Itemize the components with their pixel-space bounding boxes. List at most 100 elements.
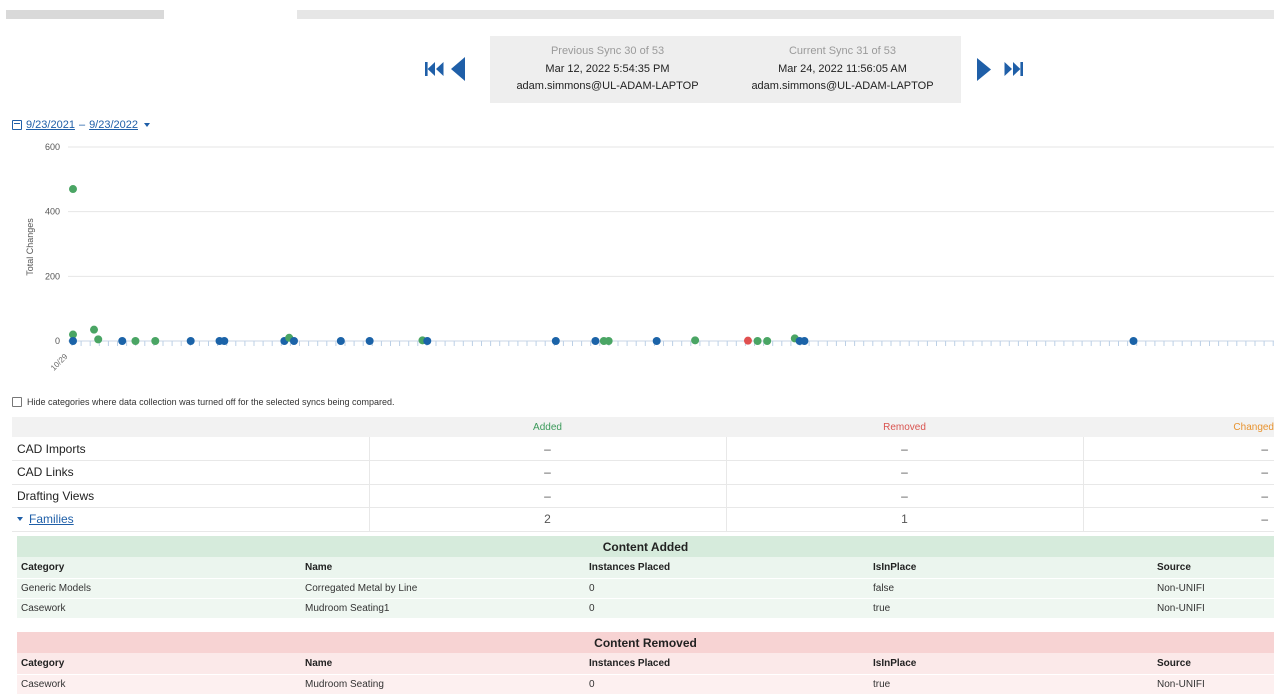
chevron-down-icon[interactable]: [17, 517, 23, 522]
chart-point: [336, 337, 345, 345]
chart-point: [90, 325, 99, 334]
chart-point: [365, 337, 374, 345]
content-added-table: Content Added Category Name Instances Pl…: [17, 536, 1274, 618]
column-header-isinplace: IsInPlace: [869, 653, 1153, 674]
current-sync-user: adam.simmons@UL-ADAM-LAPTOP: [751, 80, 934, 92]
summary-removed-value: 1: [726, 507, 1084, 532]
cell-name: Mudroom Seating: [301, 673, 585, 694]
summary-header-category: [12, 417, 369, 437]
cell-name: Mudroom Seating1: [301, 597, 585, 618]
date-range-picker[interactable]: 9/23/2021 – 9/23/2022: [12, 119, 150, 131]
chart-point: [151, 337, 160, 345]
skip-to-last-icon[interactable]: [1003, 61, 1023, 77]
cell-category: Casework: [17, 597, 301, 618]
cell-source: Non-UNIFI: [1153, 597, 1274, 618]
summary-added-value: 2: [369, 507, 727, 532]
cell-category: Casework: [17, 673, 301, 694]
content-added-title: Content Added: [17, 536, 1274, 557]
summary-row-label: CAD Links: [12, 460, 370, 485]
cell-source: Non-UNIFI: [1153, 673, 1274, 694]
chart-point: [743, 336, 752, 345]
y-tick-label: 0: [55, 336, 60, 346]
summary-added-value: –: [369, 484, 727, 508]
top-tab-bar-left: [6, 10, 164, 19]
column-header-name: Name: [301, 653, 585, 674]
chart-point: [691, 336, 700, 345]
chart-point: [69, 185, 77, 194]
chart-point: [551, 337, 560, 345]
cell-instances-placed: 0: [585, 597, 869, 618]
column-header-instances-placed: Instances Placed: [585, 653, 869, 674]
hide-categories-option[interactable]: Hide categories where data collection wa…: [12, 397, 395, 407]
y-tick-label: 200: [45, 271, 60, 281]
current-sync-heading: Current Sync 31 of 53: [788, 45, 896, 57]
column-header-name: Name: [301, 557, 585, 578]
cell-category: Generic Models: [17, 577, 301, 598]
chart-point: [763, 337, 772, 345]
summary-row-families[interactable]: Families 2 1 –: [12, 507, 1274, 532]
y-axis-label: Total Changes: [25, 218, 35, 276]
next-icon[interactable]: [977, 58, 991, 81]
x-tick-label: 10/29: [49, 352, 70, 373]
column-header-category: Category: [17, 653, 301, 674]
previous-icon[interactable]: [451, 57, 465, 81]
skip-to-first-icon[interactable]: [425, 61, 445, 77]
chart-point: [753, 337, 762, 345]
summary-added-value: –: [369, 437, 727, 461]
summary-header-changed: Changed: [1083, 417, 1274, 437]
summary-row-label: CAD Imports: [12, 437, 370, 461]
summary-header-removed: Removed: [726, 417, 1083, 437]
summary-changed-value: –: [1083, 460, 1274, 485]
current-sync-info: Current Sync 31 of 53 Mar 24, 2022 11:56…: [725, 36, 960, 93]
chart-point: [1129, 337, 1138, 345]
table-row: Generic Models Corregated Metal by Line …: [17, 577, 1274, 598]
summary-changed-value: –: [1083, 507, 1274, 532]
current-sync-datetime: Mar 24, 2022 11:56:05 AM: [778, 63, 907, 75]
column-header-isinplace: IsInPlace: [869, 557, 1153, 578]
hide-categories-checkbox[interactable]: [12, 397, 22, 407]
column-header-instances-placed: Instances Placed: [585, 557, 869, 578]
sync-changes-chart: 600 400 200 0 Total Changes 10/29: [25, 142, 1274, 373]
summary-row-drafting-views: Drafting Views – – –: [12, 484, 1274, 508]
y-tick-label: 400: [45, 207, 60, 217]
content-added-header-row: Category Name Instances Placed IsInPlace…: [17, 557, 1274, 578]
column-header-source: Source: [1153, 557, 1274, 578]
date-range-end[interactable]: 9/23/2022: [89, 119, 138, 131]
chevron-down-icon[interactable]: [144, 123, 150, 127]
summary-removed-value: –: [726, 460, 1084, 485]
chart-point: [118, 337, 127, 345]
table-row: Casework Mudroom Seating 0 true Non-UNIF…: [17, 673, 1274, 694]
cell-isinplace: false: [869, 577, 1153, 598]
y-tick-label: 600: [45, 142, 60, 152]
cell-isinplace: true: [869, 673, 1153, 694]
chart-point: [604, 337, 613, 345]
chart-point: [69, 337, 77, 345]
column-header-source: Source: [1153, 653, 1274, 674]
cell-isinplace: true: [869, 597, 1153, 618]
previous-sync-datetime: Mar 12, 2022 5:54:35 PM: [545, 63, 670, 75]
top-tab-bar-right: [297, 10, 1274, 19]
hide-categories-label: Hide categories where data collection wa…: [27, 397, 395, 407]
table-row: Casework Mudroom Seating1 0 true Non-UNI…: [17, 597, 1274, 618]
summary-changed-value: –: [1083, 437, 1274, 461]
changes-summary-table: Added Removed Changed CAD Imports – – – …: [12, 417, 1274, 532]
previous-sync-heading: Previous Sync 30 of 53: [550, 45, 665, 57]
summary-changed-value: –: [1083, 484, 1274, 508]
summary-row-cad-imports: CAD Imports – – –: [12, 437, 1274, 461]
summary-header-added: Added: [369, 417, 726, 437]
cell-instances-placed: 0: [585, 577, 869, 598]
chart-point: [591, 337, 600, 345]
summary-row-label: Drafting Views: [12, 484, 370, 508]
cell-instances-placed: 0: [585, 673, 869, 694]
date-range-start[interactable]: 9/23/2021: [26, 119, 75, 131]
families-toggle[interactable]: Families: [12, 507, 370, 532]
column-header-category: Category: [17, 557, 301, 578]
chart-point: [220, 337, 229, 345]
summary-removed-value: –: [726, 484, 1084, 508]
chart-point: [131, 337, 140, 345]
summary-row-cad-links: CAD Links – – –: [12, 460, 1274, 485]
families-link[interactable]: Families: [29, 512, 74, 526]
previous-sync-info: Previous Sync 30 of 53 Mar 12, 2022 5:54…: [490, 36, 725, 93]
summary-added-value: –: [369, 460, 727, 485]
chart-point: [186, 337, 195, 345]
